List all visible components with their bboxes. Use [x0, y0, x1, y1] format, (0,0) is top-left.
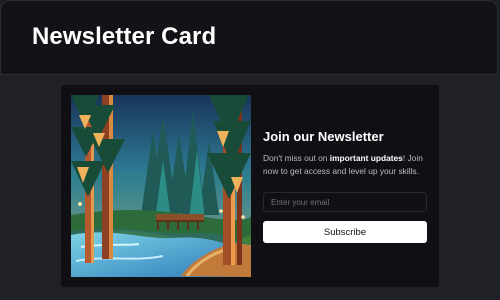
card-body: Join our Newsletter Don't miss out on im…	[263, 129, 427, 179]
description-text-start: Don't miss out on	[263, 153, 330, 163]
page-title: Newsletter Card	[32, 23, 217, 50]
card-title: Join our Newsletter	[263, 129, 384, 144]
description-emphasis: important updates	[329, 153, 403, 163]
card-description: Don't miss out on important updates! Joi…	[263, 152, 427, 179]
forest-landscape-illustration	[71, 95, 251, 277]
newsletter-card: Join our Newsletter Don't miss out on im…	[61, 85, 439, 287]
page-header: Newsletter Card	[0, 0, 498, 75]
subscribe-button[interactable]: Subscribe	[263, 221, 427, 243]
email-input[interactable]	[263, 192, 427, 212]
